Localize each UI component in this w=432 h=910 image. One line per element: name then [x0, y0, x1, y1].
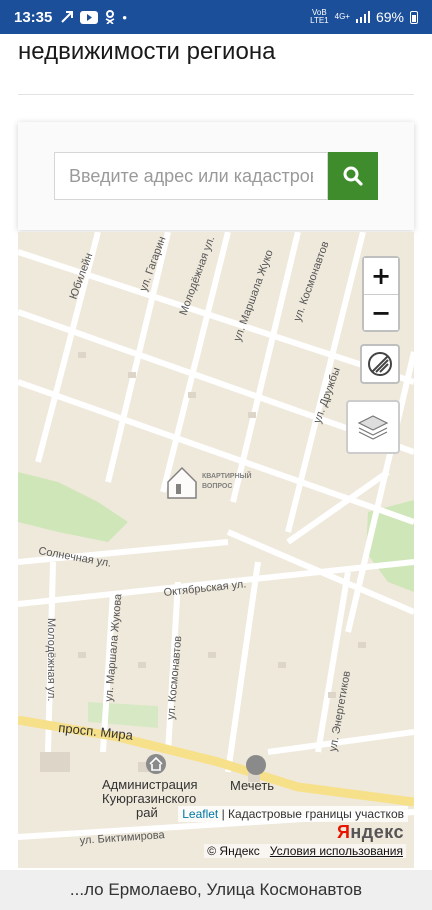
poi-label: Мечеть — [230, 778, 274, 793]
map-tiles[interactable]: Юбилейн ул. Гагарин Молодёжная ул. ул. М… — [18, 232, 414, 868]
attribution-text: | Кадастровые границы участков — [221, 807, 404, 821]
net-gen: 4G+ — [334, 12, 350, 21]
poi-label: Куюргазинского — [102, 791, 196, 806]
leaflet-link[interactable]: Leaflet — [182, 807, 218, 821]
ruler-icon — [368, 352, 392, 376]
net-mid: LTE1 — [310, 16, 329, 25]
search-input[interactable] — [54, 152, 328, 200]
network-label: VoB LTE1 — [310, 9, 329, 25]
poi-label: Администрация — [102, 777, 198, 792]
zoom-control: + − — [362, 256, 400, 332]
status-bar: 13:35 • VoB LTE1 4G+ 69% — [0, 0, 432, 34]
search-icon — [343, 166, 363, 186]
title-divider — [18, 94, 414, 95]
map-attribution: Leaflet | Кадастровые границы участков — [178, 806, 408, 822]
search-button[interactable] — [328, 152, 378, 200]
notification-icons: • — [60, 10, 127, 25]
bottom-address-bar[interactable]: ...ло Ермолаево, Улица Космонавтов — [0, 870, 432, 910]
signal-icon — [355, 11, 370, 23]
search-card — [18, 122, 414, 230]
street-label: Молодёжная ул. — [45, 618, 57, 701]
yandex-copyright: © Яндекс Условия использования — [204, 844, 406, 858]
yandex-logo: Яндекс — [337, 822, 404, 843]
yandex-copy-text: © Яндекс — [207, 844, 260, 858]
status-right: VoB LTE1 4G+ 69% — [310, 9, 418, 25]
ok-icon — [106, 10, 115, 24]
poi-label: рай — [136, 805, 158, 820]
missed-call-icon — [61, 11, 74, 23]
dot-icon: • — [122, 9, 127, 25]
measure-button[interactable] — [360, 344, 400, 384]
youtube-icon — [80, 10, 99, 24]
status-time: 13:35 — [14, 8, 53, 26]
layers-icon — [357, 415, 389, 440]
zoom-out-button[interactable]: − — [364, 294, 398, 330]
yandex-logo-y: Я — [336, 822, 351, 842]
terms-link[interactable]: Условия использования — [270, 844, 403, 858]
watermark-text: ВОПРОС — [202, 483, 232, 490]
mosque-icon[interactable] — [246, 755, 266, 775]
yandex-logo-rest: ндекс — [350, 822, 404, 842]
battery-icon — [410, 10, 418, 24]
zoom-in-button[interactable]: + — [364, 258, 398, 294]
map-view[interactable]: Юбилейн ул. Гагарин Молодёжная ул. ул. М… — [18, 232, 414, 868]
layers-button[interactable] — [346, 400, 400, 454]
battery-percent: 69% — [375, 9, 404, 25]
watermark-text: КВАРТИРНЫЙ — [202, 471, 252, 480]
page-title: недвижимости региона — [18, 38, 276, 65]
